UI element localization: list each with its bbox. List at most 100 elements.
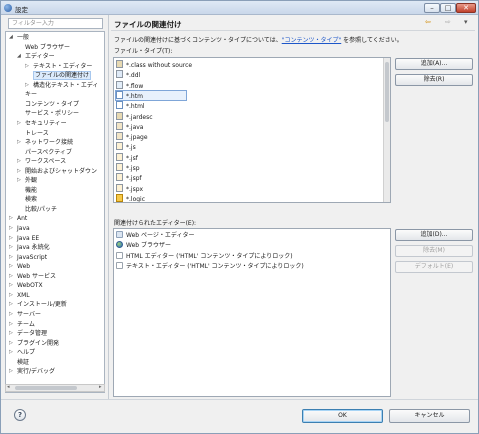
tree-item[interactable]: Web ブラウザー [18,43,70,52]
editor-row[interactable]: HTML エディター ('HTML' コンテンツ・タイプによりロック) [116,251,293,261]
tree-item[interactable]: ▷ 構造化テキスト・エディ [25,81,98,90]
tree-item[interactable]: ▷ 開始およびシャットダウン [17,167,97,176]
collapsed-icon[interactable]: ▷ [25,81,29,90]
filetype-row[interactable]: *.class without source [116,60,192,69]
tree-item[interactable]: ◢ エディター [17,52,55,61]
add-filetype-button[interactable]: 追加(A)... [395,58,473,70]
cancel-button[interactable]: キャンセル [389,409,470,423]
tree-item[interactable]: 検証 [10,358,29,367]
collapsed-icon[interactable]: ▷ [9,224,13,233]
filetype-row[interactable]: *.java [116,121,143,131]
tree-item[interactable]: ▷ Java [9,224,30,233]
collapsed-icon[interactable]: ▷ [17,157,21,166]
view-menu-icon[interactable]: ▾ [464,18,468,26]
collapsed-icon[interactable]: ▷ [9,367,13,376]
editor-row[interactable]: Web ページ・エディター [116,231,194,240]
tree-item[interactable]: ▷ プラグイン開発 [9,339,59,348]
filetype-row[interactable]: *.jpage [116,132,148,141]
tree-item[interactable]: 機能 [18,186,37,195]
tree-item[interactable]: 比較/パッチ [18,205,57,214]
default-editor-button[interactable]: デフォルト(E) [395,261,473,273]
collapsed-icon[interactable]: ▷ [9,339,13,348]
maximize-button[interactable]: □ [440,3,456,13]
tree-item[interactable]: ▷ Ant [9,214,27,223]
back-arrow-icon[interactable]: ⇦ [425,18,431,26]
collapsed-icon[interactable]: ▷ [17,176,21,185]
tree-item[interactable]: ▷ ワークスペース [17,157,66,166]
tree-item[interactable]: サービス・ポリシー [18,109,79,118]
filetype-row[interactable]: *.html [116,101,145,110]
tree-item[interactable]: キー [18,90,37,99]
collapsed-icon[interactable]: ▷ [9,281,13,290]
forward-arrow-icon[interactable]: ⇨ [445,18,451,26]
filetype-row[interactable]: *.jsf [116,152,138,162]
tree-horizontal-scrollbar[interactable]: ◂ ▸ [5,384,105,392]
filetype-row[interactable]: *.jardesc [116,111,153,121]
collapsed-icon[interactable]: ▷ [17,138,21,147]
collapsed-icon[interactable]: ▷ [9,300,13,309]
collapsed-icon[interactable]: ▷ [25,62,29,71]
tree-item[interactable]: ▷ チーム [9,320,35,329]
filetype-row[interactable]: *.ddl [116,70,140,79]
editor-list[interactable]: Web ページ・エディター Web ブラウザー HTML エディター ('HTML'… [113,228,391,397]
filetype-row[interactable]: *.jspf [116,173,142,182]
collapsed-icon[interactable]: ▷ [9,348,13,357]
filetype-scroll-thumb[interactable] [385,62,389,122]
tree-item[interactable]: ▷ JavaScript [9,253,47,262]
filetype-row[interactable]: *.flow [116,80,143,90]
tree-item[interactable]: ▷ ネットワーク接続 [17,138,73,147]
tree-item[interactable]: ▷ WebOTX [9,281,43,290]
collapsed-icon[interactable]: ▷ [9,310,13,319]
preferences-tree[interactable]: ◢ 一般 Web ブラウザー ◢ エディター ▷ テキスト・エディター ファイルの関連付け ▷ 構… [5,31,105,393]
minimize-button[interactable]: – [424,3,440,13]
filter-input[interactable]: フィルター入力 [8,18,103,29]
remove-filetype-button[interactable]: 除去(R) [395,74,473,86]
collapsed-icon[interactable]: ▷ [9,320,13,329]
tree-item[interactable]: ファイルの関連付け [26,71,92,81]
filetype-list[interactable]: *.class without source *.ddl *.flow *.htm *.… [113,57,391,203]
add-editor-button[interactable]: 追加(D)... [395,229,473,241]
collapsed-icon[interactable]: ▷ [9,329,13,338]
tree-item[interactable]: ▷ Web サービス [9,272,56,281]
tree-item[interactable]: ▷ Java EE [9,234,39,243]
tree-item[interactable]: トレース [18,129,49,138]
tree-item[interactable]: ▷ テキスト・エディター [25,62,92,71]
tree-item[interactable]: ▷ サーバー [9,310,41,319]
scroll-right-icon[interactable]: ▸ [99,384,102,390]
remove-editor-button[interactable]: 除去(M) [395,245,473,257]
collapsed-icon[interactable]: ▷ [9,262,13,271]
content-type-link[interactable]: "コンテンツ・タイプ" [282,37,342,44]
collapsed-icon[interactable]: ▷ [17,167,21,176]
tree-item[interactable]: ▷ インストール/更新 [9,300,67,309]
scroll-thumb[interactable] [15,386,77,390]
tree-item[interactable]: ◢ 一般 [9,33,29,42]
tree-item[interactable]: ▷ XML [9,291,30,300]
filetype-row[interactable]: *.jspx [116,183,143,193]
filetype-row[interactable]: *.htm [115,89,187,101]
scroll-left-icon[interactable]: ◂ [7,384,10,390]
tree-item[interactable]: ▷ Java 永続化 [9,243,50,252]
collapsed-icon[interactable]: ▷ [9,243,13,252]
collapsed-icon[interactable]: ▷ [17,119,21,128]
collapsed-icon[interactable]: ▷ [9,291,13,300]
collapsed-icon[interactable]: ▷ [9,272,13,281]
expanded-icon[interactable]: ◢ [17,52,21,61]
expanded-icon[interactable]: ◢ [9,33,13,42]
help-icon[interactable]: ? [14,409,26,421]
tree-item[interactable]: ▷ セキュリティー [17,119,67,128]
tree-item[interactable]: ▷ Web [9,262,30,271]
title-bar[interactable]: 設定 – □ ✕ [1,1,478,15]
close-button[interactable]: ✕ [456,3,476,13]
filetype-row[interactable]: *.logic [116,193,145,202]
tree-item[interactable]: 検索 [18,195,37,204]
filetype-scrollbar[interactable] [383,58,390,202]
tree-item[interactable]: コンテンツ・タイプ [18,100,79,109]
ok-button[interactable]: OK [302,409,383,423]
tree-item[interactable]: ▷ 外観 [17,176,37,185]
tree-item[interactable]: ▷ ヘルプ [9,348,35,357]
collapsed-icon[interactable]: ▷ [9,253,13,262]
tree-item[interactable]: パースペクティブ [18,148,72,157]
tree-item[interactable]: ▷ 実行/デバッグ [9,367,55,376]
collapsed-icon[interactable]: ▷ [9,214,13,223]
filetype-row[interactable]: *.jsp [116,163,140,172]
